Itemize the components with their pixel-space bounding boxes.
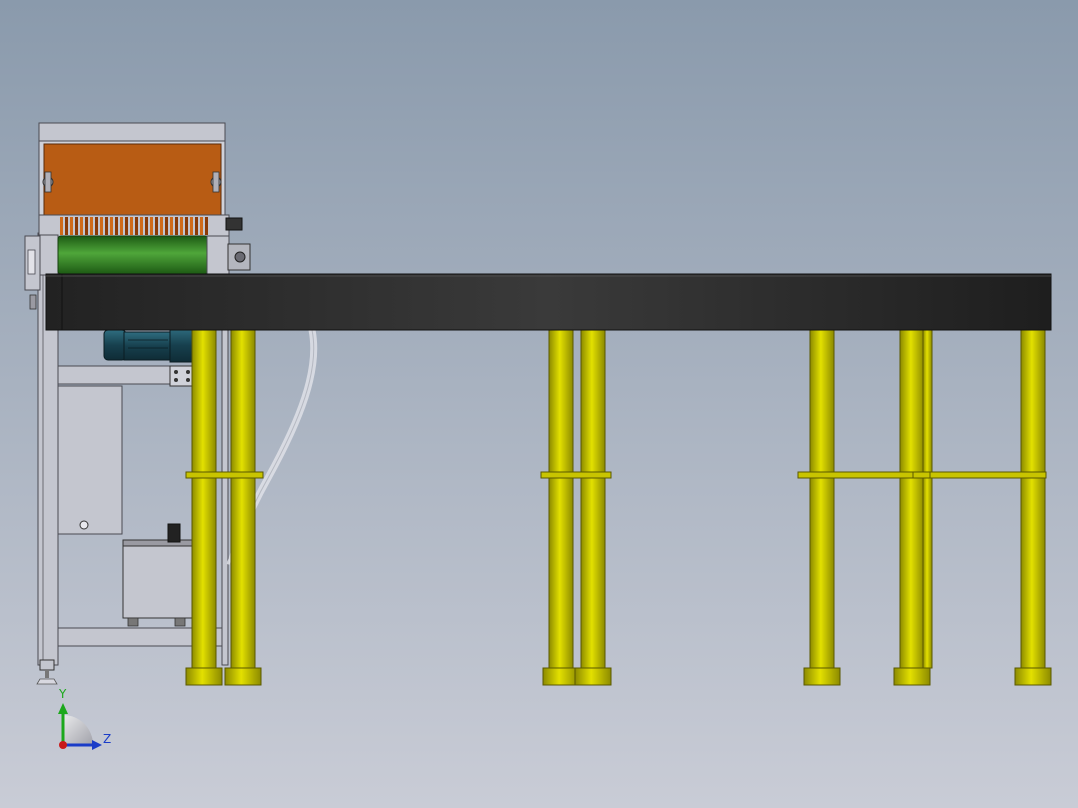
- x-axis-origin: [59, 741, 67, 749]
- bristle: [195, 217, 198, 235]
- brush-bearing: [225, 217, 243, 231]
- bristle: [130, 217, 133, 235]
- bristle: [60, 217, 63, 235]
- leveling-foot: [39, 659, 55, 671]
- bristle: [65, 217, 68, 235]
- bristle: [160, 217, 163, 235]
- bristle: [205, 217, 208, 235]
- bristle: [115, 217, 118, 235]
- cabinet-lock[interactable]: [79, 520, 89, 530]
- top-cover: [38, 122, 226, 142]
- y-axis-label: Y: [59, 687, 67, 701]
- bristle: [95, 217, 98, 235]
- bristle: [90, 217, 93, 235]
- bristle: [180, 217, 183, 235]
- bristle: [105, 217, 108, 235]
- bristle: [175, 217, 178, 235]
- bristle: [155, 217, 158, 235]
- bristle: [200, 217, 203, 235]
- bristle: [100, 217, 103, 235]
- conveyor-belt[interactable]: [45, 273, 1052, 331]
- bristle: [135, 217, 138, 235]
- bristle: [185, 217, 188, 235]
- drive-motor[interactable]: [103, 327, 193, 363]
- bristle: [120, 217, 123, 235]
- bristle: [190, 217, 193, 235]
- bristle: [75, 217, 78, 235]
- electrical-cabinet: [57, 385, 123, 535]
- bristle: [165, 217, 168, 235]
- orange-hood-panel: [43, 143, 222, 217]
- bristle: [170, 217, 173, 235]
- bristle: [85, 217, 88, 235]
- support-leg-thin: [922, 329, 933, 669]
- bristle: [110, 217, 113, 235]
- assembly-drawing: [0, 0, 1078, 808]
- bristle: [145, 217, 148, 235]
- green-roller: [57, 235, 209, 275]
- bristle: [150, 217, 153, 235]
- z-axis-label: Z: [103, 732, 112, 746]
- cad-viewport[interactable]: Y Z: [0, 0, 1078, 808]
- bristle: [80, 217, 83, 235]
- bristle: [140, 217, 143, 235]
- bristle: [125, 217, 128, 235]
- bristle: [70, 217, 73, 235]
